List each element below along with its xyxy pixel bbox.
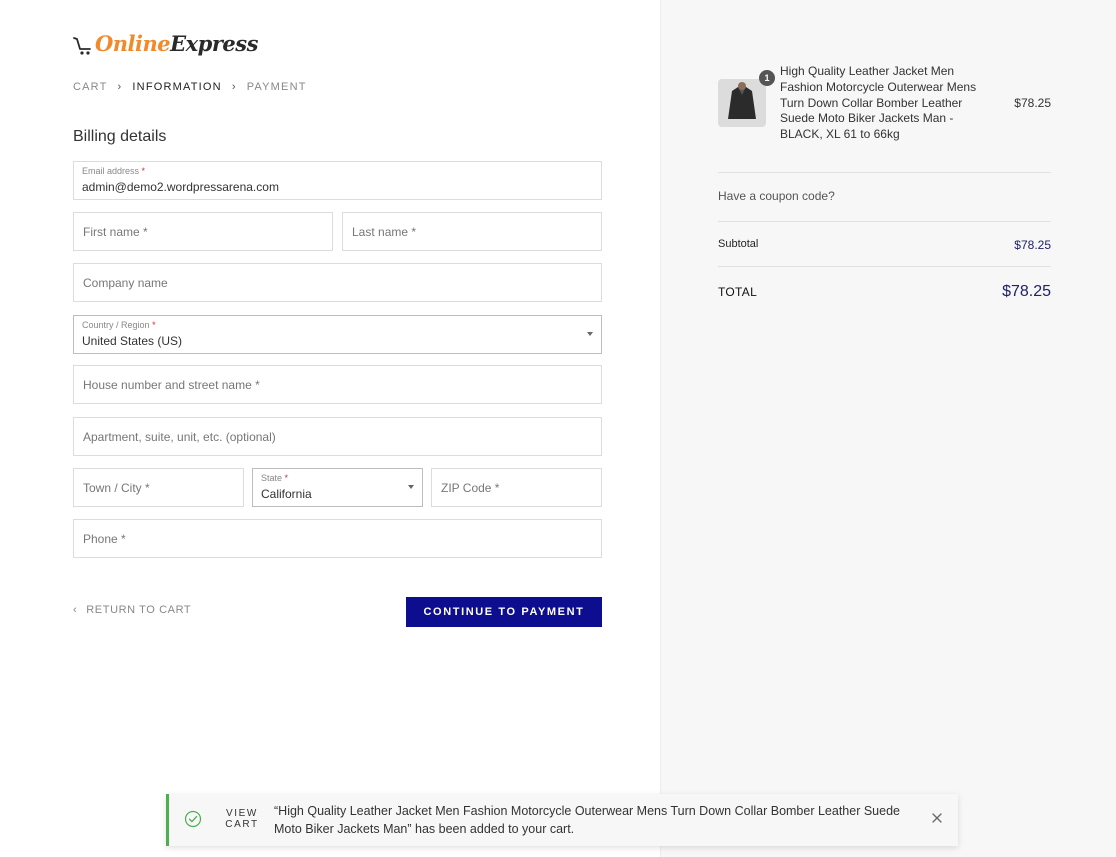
city-placeholder: Town / City * [83,481,150,495]
divider [718,221,1051,222]
apartment-field[interactable]: Apartment, suite, unit, etc. (optional) [73,417,602,456]
email-field[interactable]: Email address * admin@demo2.wordpressare… [73,161,602,200]
zip-field[interactable]: ZIP Code * [431,468,602,507]
state-select[interactable]: State * California [252,468,423,507]
breadcrumb: CART › INFORMATION › PAYMENT [73,81,307,93]
product-name: High Quality Leather Jacket Men Fashion … [780,64,977,142]
product-price: $78.25 [1014,96,1051,110]
product-thumbnail [718,79,766,127]
company-placeholder: Company name [83,276,168,290]
email-label: Email address * [82,166,146,176]
country-value: United States (US) [82,334,183,348]
quantity-badge: 1 [759,70,775,86]
divider [718,266,1051,267]
notice-message: “High Quality Leather Jacket Men Fashion… [274,804,900,836]
added-to-cart-notice: VIEW CART “High Quality Leather Jacket M… [166,794,958,846]
check-circle-icon [184,810,202,828]
view-cart-link[interactable]: VIEW CART [224,808,260,830]
zip-placeholder: ZIP Code * [441,481,500,495]
phone-field[interactable]: Phone * [73,519,602,558]
last-name-placeholder: Last name * [352,225,417,239]
divider [718,172,1051,173]
last-name-field[interactable]: Last name * [342,212,602,251]
logo-word-online: Online [95,31,171,56]
breadcrumb-cart[interactable]: CART [73,81,108,93]
view-cart-line1: VIEW [226,808,258,819]
logo[interactable]: Online Express [73,26,258,56]
return-to-cart-link[interactable]: ‹ RETURN TO CART [73,604,191,616]
apartment-placeholder: Apartment, suite, unit, etc. (optional) [83,430,276,444]
first-name-placeholder: First name * [83,225,148,239]
coupon-toggle-link[interactable]: Have a coupon code? [718,189,835,203]
breadcrumb-information: INFORMATION [132,81,222,93]
total-label: TOTAL [718,285,758,299]
total-value: $78.25 [1002,283,1051,300]
phone-placeholder: Phone * [83,532,126,546]
street-address-field[interactable]: House number and street name * [73,365,602,404]
billing-details-heading: Billing details [73,128,167,145]
email-value: admin@demo2.wordpressarena.com [82,180,279,194]
checkout-form-panel: Online Express CART › INFORMATION › PAYM… [0,0,660,857]
close-icon[interactable] [930,811,944,825]
cart-icon [73,30,93,56]
first-name-field[interactable]: First name * [73,212,333,251]
country-select[interactable]: Country / Region * United States (US) [73,315,602,354]
subtotal-label: Subtotal [718,238,759,250]
return-to-cart-label: RETURN TO CART [86,604,192,616]
chevron-right-icon: › [231,81,237,93]
chevron-down-icon [587,332,593,336]
logo-word-express: Express [170,31,258,56]
state-label: State * [261,473,289,483]
subtotal-value: $78.25 [1014,238,1051,252]
view-cart-line2: CART [225,819,259,830]
city-field[interactable]: Town / City * [73,468,244,507]
street-placeholder: House number and street name * [83,378,260,392]
state-value: California [261,487,312,501]
country-label: Country / Region * [82,320,156,330]
chevron-right-icon: › [117,81,123,93]
company-name-field[interactable]: Company name [73,263,602,302]
continue-to-payment-button[interactable]: CONTINUE TO PAYMENT [406,597,602,627]
breadcrumb-payment: PAYMENT [246,81,307,93]
chevron-left-icon: ‹ [73,604,78,616]
chevron-down-icon [408,485,414,489]
